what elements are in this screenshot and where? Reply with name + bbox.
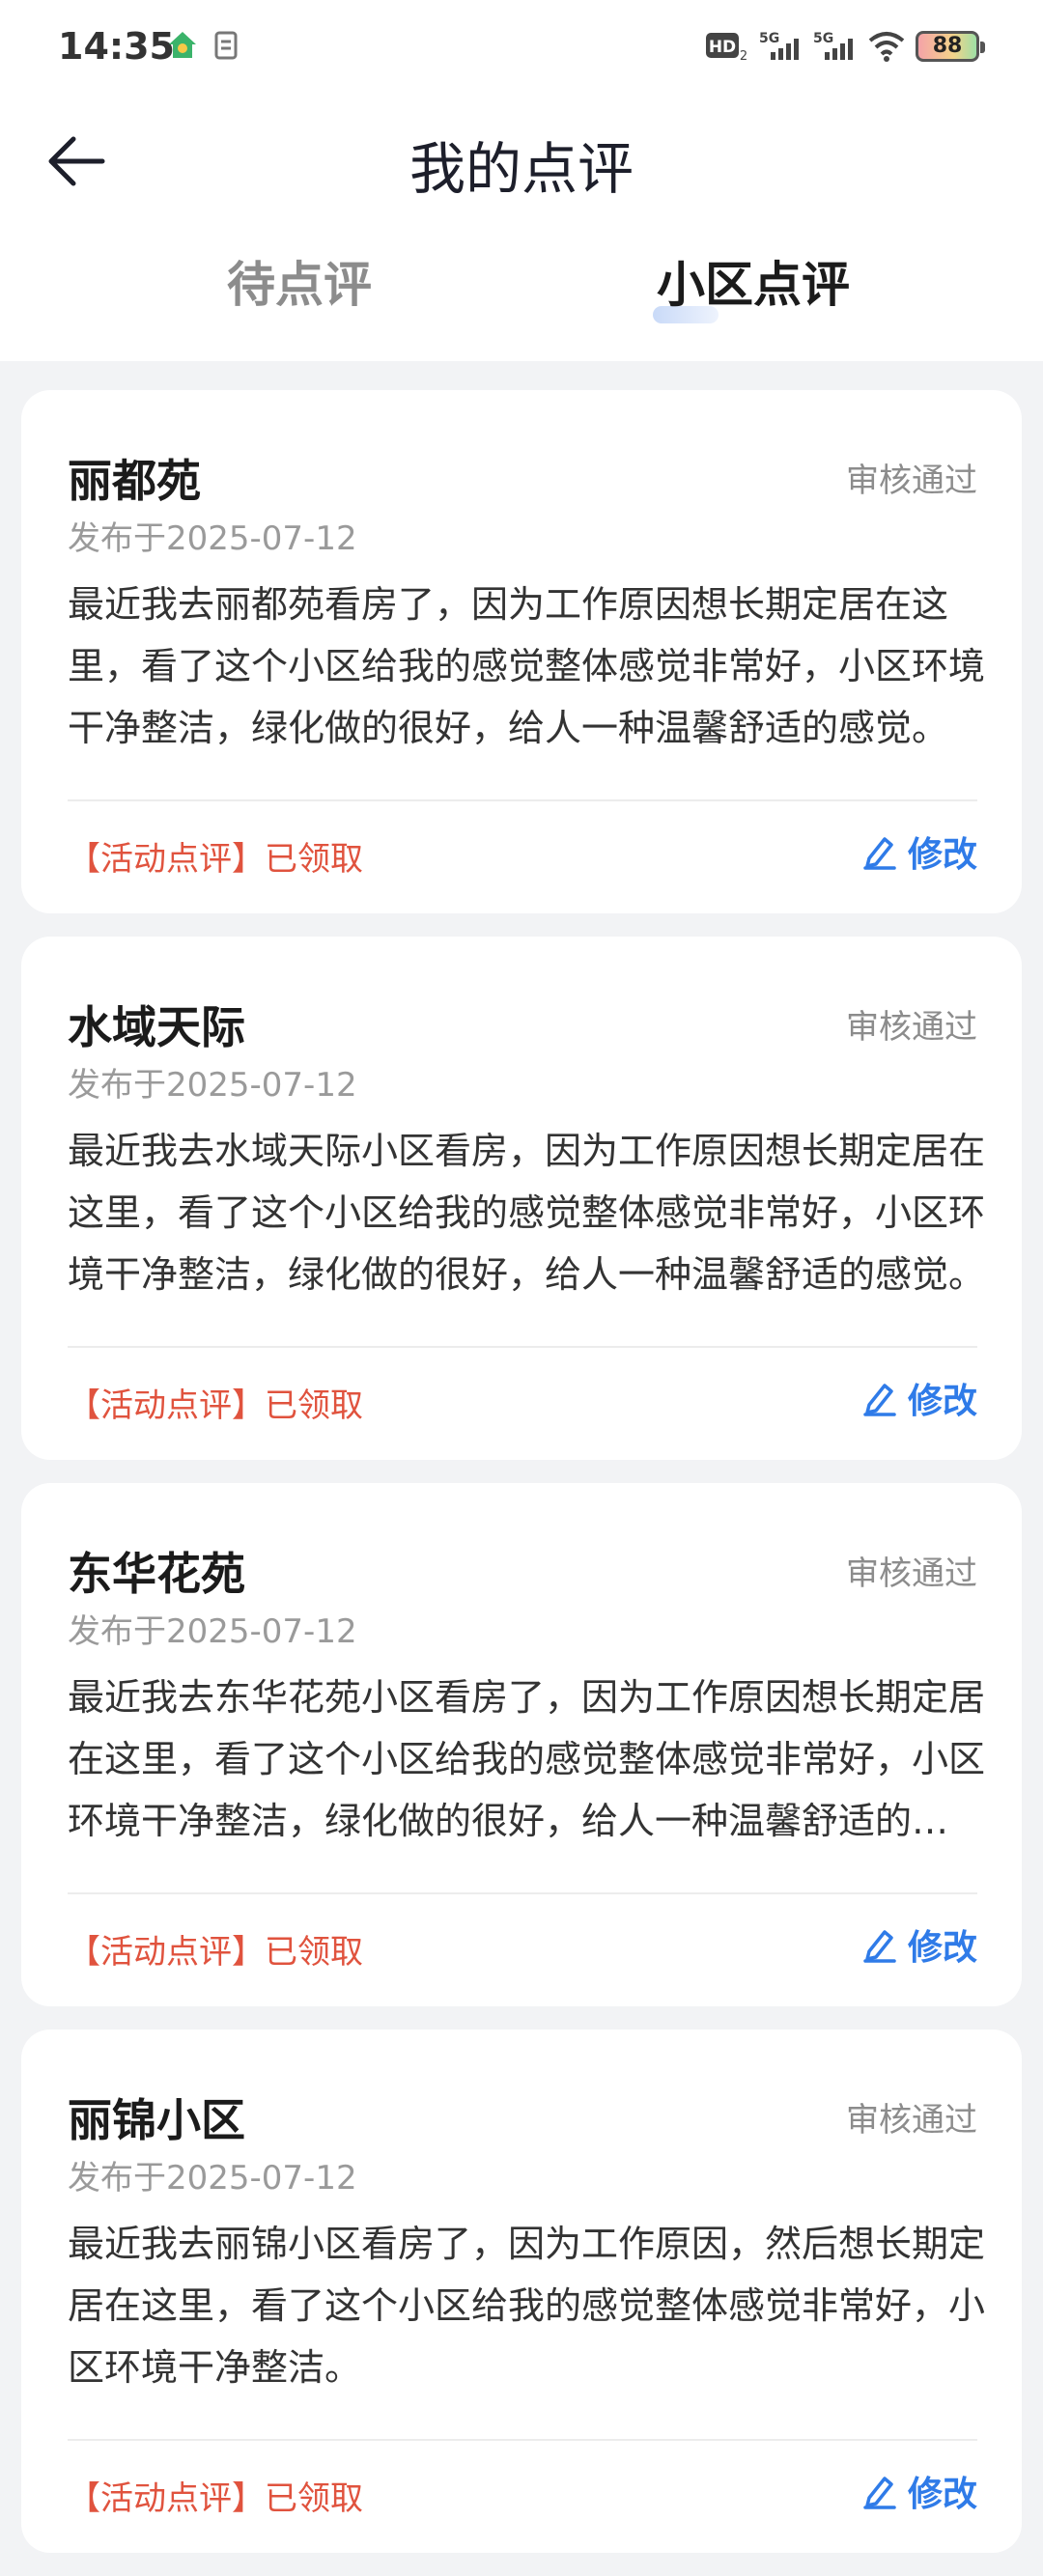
edit-label: 修改: [907, 1382, 977, 1421]
edit-button[interactable]: 修改: [861, 2466, 977, 2516]
edit-button[interactable]: 修改: [861, 1919, 977, 1970]
edit-button[interactable]: 修改: [861, 1373, 977, 1423]
edit-pencil-icon: [863, 1930, 896, 1963]
publish-date: 发布于2025-07-12: [68, 1066, 357, 1105]
edit-label: 修改: [907, 835, 977, 875]
app-notification-icon: [169, 32, 196, 58]
publish-date: 发布于2025-07-12: [68, 1612, 357, 1651]
svg-text:HD: HD: [709, 38, 736, 57]
review-content: 最近我去丽都苑看房了，因为工作原因想长期定居在这里，看了这个小区给我的感觉整体感…: [68, 583, 985, 749]
divider: [68, 1892, 977, 1894]
community-name: 丽都苑: [68, 455, 201, 507]
community-name: 东华花苑: [68, 1548, 245, 1600]
status-bar: 14:35 HD 2 5G 5G 88: [0, 0, 1043, 97]
signal-5g-icon: 5G: [813, 31, 853, 60]
publish-date: 发布于2025-07-12: [68, 519, 357, 558]
review-card[interactable]: 东华花苑 审核通过 发布于2025-07-12 最近我去东华花苑小区看房了，因为…: [21, 1483, 1022, 2006]
review-list: 丽都苑 审核通过 发布于2025-07-12 最近我去丽都苑看房了，因为工作原因…: [21, 390, 1022, 2576]
publish-date: 发布于2025-07-12: [68, 2159, 357, 2198]
svg-text:5G: 5G: [759, 31, 779, 46]
review-card[interactable]: 丽锦小区 审核通过 发布于2025-07-12 最近我去丽锦小区看房了，因为工作…: [21, 2030, 1022, 2553]
edit-pencil-icon: [863, 2477, 896, 2509]
divider: [68, 1346, 977, 1348]
review-card[interactable]: 丽都苑 审核通过 发布于2025-07-12 最近我去丽都苑看房了，因为工作原因…: [21, 390, 1022, 913]
tab-community-reviews[interactable]: 小区点评: [657, 246, 850, 316]
review-status: 审核通过: [846, 1554, 977, 1593]
tab-community-reviews-label: 小区点评: [657, 257, 850, 313]
page-title: 我的点评: [409, 136, 634, 202]
activity-tag: 【活动点评】已领取: [68, 2479, 363, 2518]
edit-pencil-icon: [863, 837, 896, 870]
review-status: 审核通过: [846, 1008, 977, 1047]
edit-label: 修改: [907, 1928, 977, 1968]
top-area: 14:35 HD 2 5G 5G 88 我的点评 待点评 小区点评: [0, 0, 1043, 361]
battery-indicator: 88: [916, 31, 985, 62]
review-card[interactable]: 水域天际 审核通过 发布于2025-07-12 最近我去水域天际小区看房，因为工…: [21, 937, 1022, 1460]
hd-icon: HD 2: [706, 33, 747, 64]
divider: [68, 799, 977, 801]
tab-bar: 待点评 小区点评: [0, 246, 1043, 333]
review-content: 最近我去水域天际小区看房，因为工作原因想长期定居在这里，看了这个小区给我的感觉整…: [68, 1130, 985, 1296]
community-name: 丽锦小区: [68, 2094, 245, 2146]
community-name: 水域天际: [68, 1001, 245, 1053]
tab-pending-review[interactable]: 待点评: [227, 246, 372, 316]
app-header: 我的点评: [0, 106, 1043, 212]
wifi-icon: [868, 32, 905, 62]
document-icon: [214, 31, 238, 60]
review-status: 审核通过: [846, 462, 977, 500]
activity-tag: 【活动点评】已领取: [68, 1386, 363, 1425]
signal-5g-icon: 5G: [759, 31, 799, 60]
review-content: 最近我去丽锦小区看房了，因为工作原因，然后想长期定居在这里，看了这个小区给我的感…: [68, 2223, 985, 2389]
status-time: 14:35: [58, 25, 175, 68]
activity-tag: 【活动点评】已领取: [68, 840, 363, 879]
edit-label: 修改: [907, 2475, 977, 2514]
svg-text:2: 2: [740, 49, 747, 64]
activity-tag: 【活动点评】已领取: [68, 1933, 363, 1972]
edit-button[interactable]: 修改: [861, 826, 977, 877]
divider: [68, 2439, 977, 2441]
review-content: 最近我去东华花苑小区看房了，因为工作原因想长期定居在这里，看了这个小区给我的感觉…: [68, 1676, 985, 1842]
review-status: 审核通过: [846, 2101, 977, 2140]
edit-pencil-icon: [863, 1384, 896, 1416]
svg-text:5G: 5G: [813, 31, 833, 46]
